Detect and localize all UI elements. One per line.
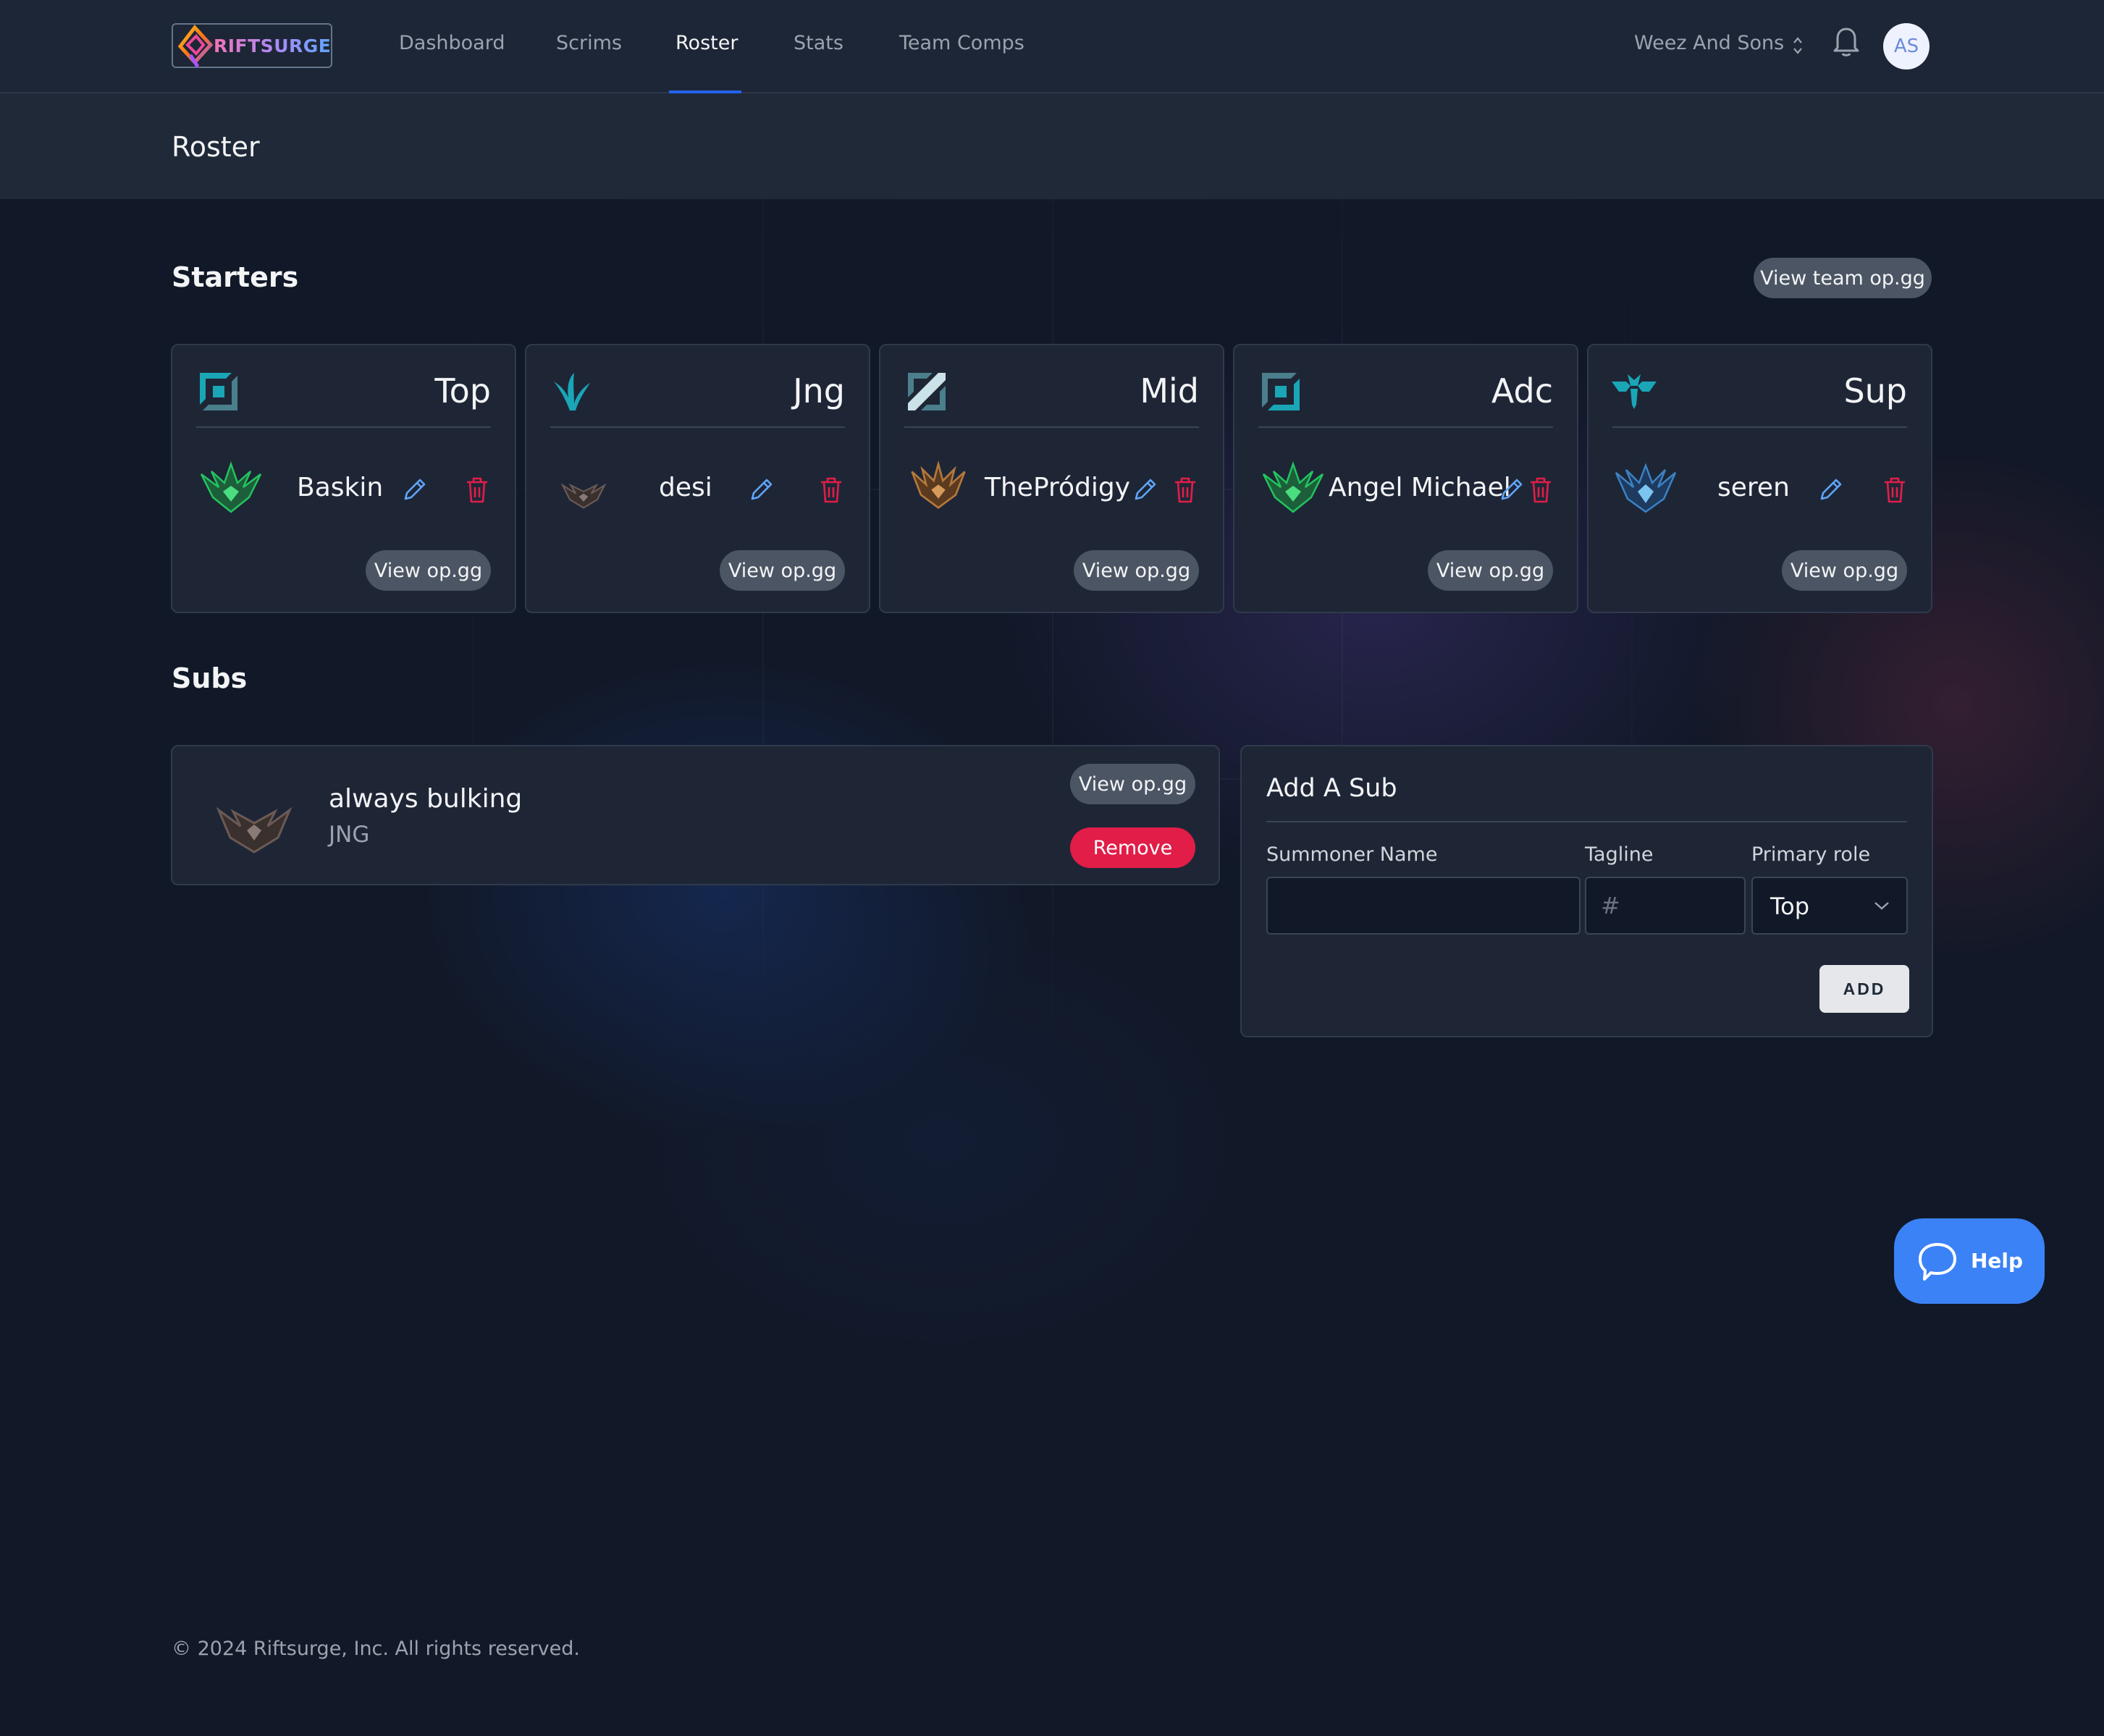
pencil-icon[interactable] xyxy=(748,476,775,503)
player-name: Angel Michael xyxy=(1329,473,1511,502)
starter-card-support: Sup seren View op.gg xyxy=(1587,344,1932,613)
view-opgg-button[interactable]: View op.gg xyxy=(366,550,491,591)
card-divider xyxy=(1612,426,1907,428)
card-divider xyxy=(904,426,1199,428)
bell-icon[interactable] xyxy=(1832,25,1861,58)
subs-title: Subs xyxy=(172,662,248,694)
starter-card-jungle: Jng desi View op.gg xyxy=(525,344,870,613)
jungle-icon xyxy=(554,373,590,410)
iron-emblem-icon xyxy=(216,806,293,854)
primary-role-select[interactable]: Top xyxy=(1751,877,1908,935)
trash-icon[interactable] xyxy=(1528,476,1554,505)
emerald-emblem-icon xyxy=(1262,461,1324,513)
player-name: desi xyxy=(659,473,712,502)
view-opgg-button[interactable]: View op.gg xyxy=(1782,550,1907,591)
nav-scrims[interactable]: Scrims xyxy=(556,32,622,54)
tagline-input[interactable] xyxy=(1585,877,1746,935)
starter-card-top: Top Baskin View op.gg xyxy=(171,344,516,613)
pencil-icon[interactable] xyxy=(1498,476,1526,503)
iron-emblem-icon xyxy=(560,483,607,509)
mid-lane-icon xyxy=(908,373,946,410)
remove-sub-button[interactable]: Remove xyxy=(1070,827,1195,868)
starter-card-adc: Adc Angel Michael View op.gg xyxy=(1233,344,1578,613)
tagline-label: Tagline xyxy=(1585,843,1654,866)
add-sub-title: Add A Sub xyxy=(1266,774,1397,803)
diamond-emblem-icon xyxy=(1615,463,1677,513)
brand-name: RIFTSURGE xyxy=(214,35,332,56)
team-switcher[interactable]: Weez And Sons xyxy=(1634,32,1784,54)
add-sub-button[interactable]: ADD xyxy=(1819,965,1909,1013)
nav-dashboard[interactable]: Dashboard xyxy=(399,32,505,54)
chat-bubble-icon xyxy=(1919,1243,1956,1281)
starter-card-mid: Mid ThePródigy View op.gg xyxy=(879,344,1224,613)
sub-player-name: always bulking xyxy=(329,784,523,814)
sub-card: always bulking JNG View op.gg Remove xyxy=(171,745,1220,885)
view-opgg-button[interactable]: View op.gg xyxy=(1074,550,1199,591)
primary-role-value: Top xyxy=(1770,893,1809,920)
footer-copyright: © 2024 Riftsurge, Inc. All rights reserv… xyxy=(172,1638,580,1660)
user-avatar[interactable]: AS xyxy=(1883,23,1930,69)
card-divider xyxy=(550,426,845,428)
support-icon xyxy=(1612,374,1657,409)
summoner-name-label: Summoner Name xyxy=(1266,843,1438,866)
pencil-icon[interactable] xyxy=(401,476,429,503)
view-team-opgg-button[interactable]: View team op.gg xyxy=(1754,258,1932,298)
nav-stats[interactable]: Stats xyxy=(794,32,843,54)
bot-lane-icon xyxy=(1262,373,1300,410)
help-button[interactable]: Help xyxy=(1894,1218,2045,1304)
trash-icon[interactable] xyxy=(1172,476,1198,505)
role-name: Jng xyxy=(793,371,845,410)
bronze-emblem-icon xyxy=(911,461,966,509)
trash-icon[interactable] xyxy=(464,476,490,505)
player-name: seren xyxy=(1717,473,1790,502)
pencil-icon[interactable] xyxy=(1817,476,1845,503)
pencil-icon[interactable] xyxy=(1132,476,1159,503)
page-title: Roster xyxy=(172,131,260,163)
primary-role-label: Primary role xyxy=(1751,843,1871,866)
view-opgg-button[interactable]: View op.gg xyxy=(720,550,845,591)
card-divider xyxy=(1258,426,1553,428)
role-name: Adc xyxy=(1491,371,1553,410)
top-navigation: RIFTSURGE Dashboard Scrims Roster Stats … xyxy=(0,0,2104,93)
nav-roster[interactable]: Roster xyxy=(676,32,738,54)
top-lane-icon xyxy=(200,373,237,410)
sub-player-role: JNG xyxy=(329,822,370,848)
brand-logo[interactable]: RIFTSURGE xyxy=(172,23,332,68)
player-name: ThePródigy xyxy=(985,473,1131,502)
summoner-name-input[interactable] xyxy=(1266,877,1581,935)
view-opgg-button[interactable]: View op.gg xyxy=(1428,550,1553,591)
role-name: Top xyxy=(434,371,491,410)
riftsurge-logo-icon xyxy=(177,25,214,68)
trash-icon[interactable] xyxy=(818,476,844,505)
view-opgg-button[interactable]: View op.gg xyxy=(1070,764,1195,804)
page-header: Roster xyxy=(0,93,2104,199)
starters-title: Starters xyxy=(172,261,299,293)
form-divider xyxy=(1266,821,1907,822)
card-divider xyxy=(196,426,491,428)
role-name: Mid xyxy=(1140,371,1199,410)
add-sub-form: Add A Sub Summoner Name Tagline Primary … xyxy=(1240,745,1933,1037)
role-name: Sup xyxy=(1843,371,1907,410)
help-label: Help xyxy=(1971,1249,2024,1273)
chevron-down-icon xyxy=(1874,902,1889,910)
emerald-emblem-icon xyxy=(200,461,262,513)
player-name: Baskin xyxy=(297,473,384,502)
trash-icon[interactable] xyxy=(1882,476,1908,505)
nav-team-comps[interactable]: Team Comps xyxy=(899,32,1024,54)
chevron-up-down-icon[interactable] xyxy=(1792,36,1804,55)
